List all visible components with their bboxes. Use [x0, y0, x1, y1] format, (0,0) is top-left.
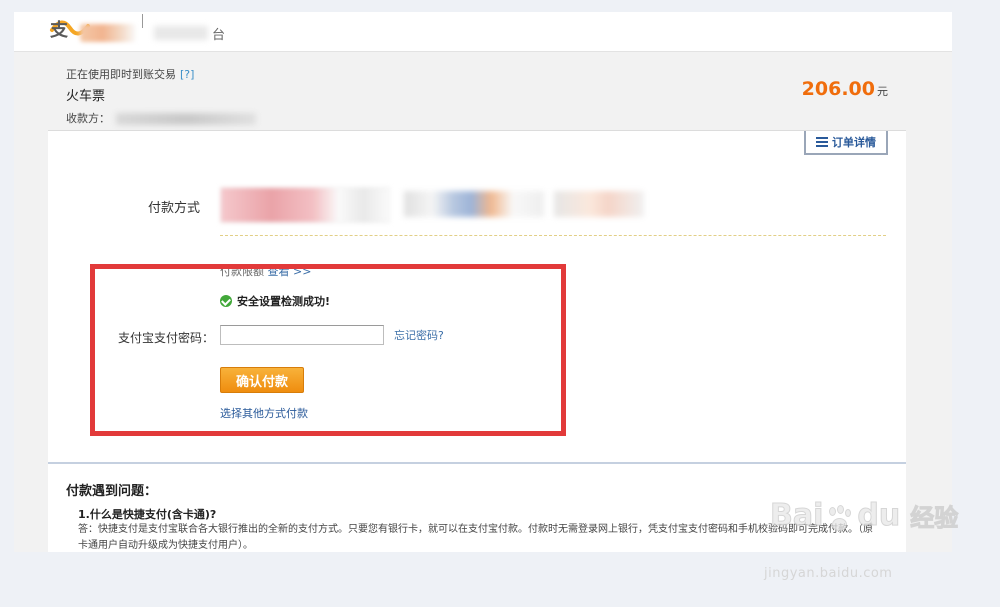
blurred-header-text: [154, 26, 208, 40]
top-bar: 支 台: [14, 12, 952, 52]
check-icon: [220, 295, 232, 307]
payment-limit-row: 付款限额 查看 >>: [220, 263, 311, 279]
payment-method-label: 付款方式: [148, 201, 201, 216]
blurred-payment-option[interactable]: [220, 187, 390, 223]
watermark-brand-right: du: [857, 498, 901, 534]
other-payment-method-link[interactable]: 选择其他方式付款: [220, 405, 308, 421]
header-title: 台: [212, 28, 226, 43]
blurred-payee: [116, 113, 256, 125]
blurred-bank-info: [404, 191, 544, 217]
order-info: 正在使用即时到账交易 [?] 火车票 收款方：: [66, 66, 256, 126]
watermark-brand-cn: 经验: [910, 504, 959, 533]
password-label: 支付宝支付密码：: [118, 331, 215, 345]
trade-mode-text: 正在使用即时到账交易: [66, 68, 176, 81]
order-detail-label: 订单详情: [832, 136, 876, 149]
security-check-text: 安全设置检测成功!: [237, 295, 331, 308]
blurred-logo-text: [80, 24, 136, 42]
faq-title: 付款遇到问题：: [66, 484, 158, 499]
watermark-url: jingyan.baidu.com: [764, 566, 893, 581]
order-amount: 206.00 元: [802, 78, 888, 100]
password-input[interactable]: [220, 325, 384, 345]
limit-label: 付款限额: [220, 265, 264, 278]
confirm-payment-button[interactable]: 确认付款: [220, 367, 304, 393]
svg-text:支: 支: [49, 19, 69, 40]
forgot-password-link[interactable]: 忘记密码?: [394, 327, 444, 343]
dashed-divider: [220, 235, 886, 236]
order-detail-button[interactable]: 订单详情: [804, 131, 888, 155]
watermark-brand-left: Bai: [769, 498, 824, 534]
list-icon: [816, 137, 828, 147]
blurred-card-info: [554, 191, 644, 217]
paw-icon: [827, 505, 853, 533]
faq-answer: 答：快捷支付是支付宝联合各大银行推出的全新的支付方式。只要您有银行卡，就可以在支…: [78, 524, 873, 551]
security-check-row: 安全设置检测成功!: [220, 293, 330, 309]
product-name: 火车票: [66, 89, 106, 104]
payee-label: 收款方：: [66, 112, 110, 125]
baidu-watermark: Bai du 经验: [769, 498, 959, 534]
amount-value: 206.00: [801, 78, 875, 100]
help-link[interactable]: [?]: [180, 68, 194, 81]
view-limit-link[interactable]: 查看 >>: [268, 265, 312, 278]
divider: [142, 14, 143, 28]
payment-panel: 订单详情 付款方式 付款限额 查看 >> 安全设置检测成功! 支付宝支付密码： …: [48, 130, 906, 462]
amount-unit: 元: [877, 85, 888, 98]
faq-question: 1.什么是快捷支付(含卡通)?: [78, 508, 217, 521]
